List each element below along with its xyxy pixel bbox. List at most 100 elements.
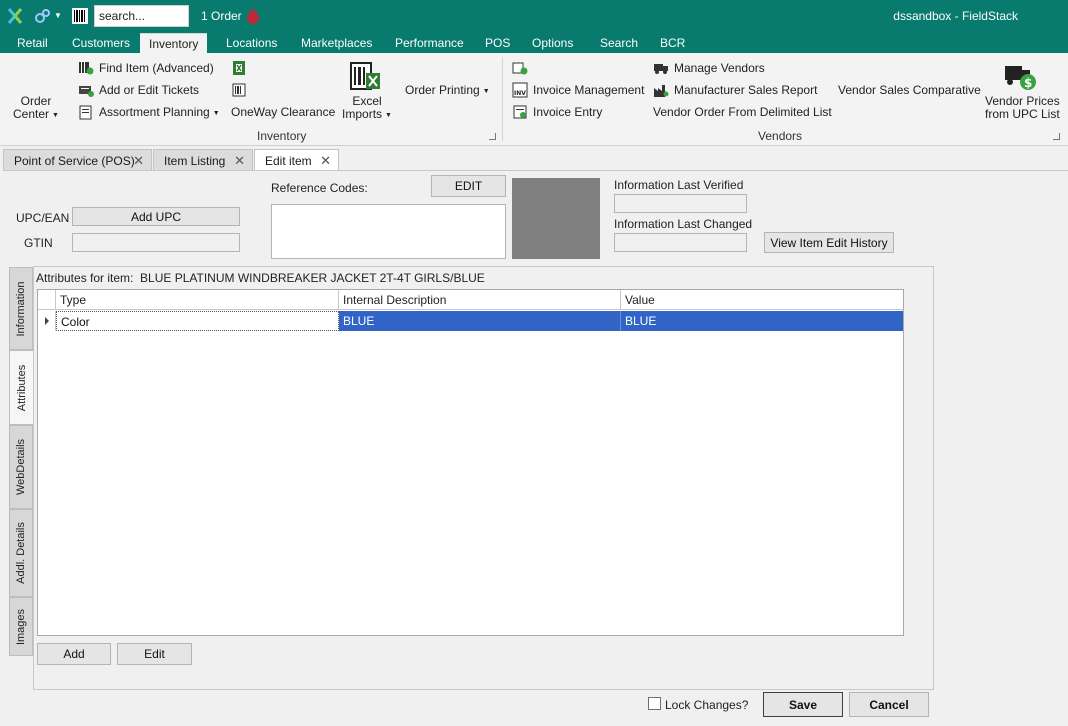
row-pointer-icon bbox=[45, 317, 49, 325]
cart-icon[interactable] bbox=[245, 8, 261, 25]
invoice-icon: INV bbox=[512, 82, 528, 98]
find-item-button[interactable]: Find Item (Advanced) bbox=[99, 61, 214, 75]
barcode-icon[interactable] bbox=[72, 8, 88, 24]
excel-imports-label-2: Imports bbox=[342, 107, 383, 121]
menu-performance[interactable]: Performance bbox=[395, 36, 464, 50]
side-tab-label: Information bbox=[15, 280, 27, 337]
reference-codes-edit-button[interactable]: EDIT bbox=[431, 175, 506, 197]
svg-text:$: $ bbox=[1024, 76, 1032, 90]
logo-icon[interactable] bbox=[6, 7, 24, 25]
truck-icon bbox=[654, 64, 668, 74]
inventory-launcher-icon[interactable] bbox=[489, 133, 496, 140]
add-upc-button[interactable]: Add UPC bbox=[72, 207, 240, 226]
vendor-sales-comparative-button[interactable]: Vendor Sales Comparative bbox=[838, 83, 981, 97]
manufacturer-sales-report-button[interactable]: Manufacturer Sales Report bbox=[674, 83, 817, 97]
row-selector[interactable] bbox=[38, 311, 56, 331]
side-tab-images[interactable]: Images bbox=[9, 597, 33, 656]
gtin-label: GTIN bbox=[24, 236, 53, 250]
close-icon[interactable]: ✕ bbox=[133, 153, 144, 169]
vendor-order-delimited-list-button[interactable]: Vendor Order From Delimited List bbox=[653, 105, 832, 119]
order-printing-button[interactable]: Order Printing ▼ bbox=[405, 83, 490, 97]
cell-type[interactable]: Color bbox=[56, 311, 339, 331]
edit-attribute-button[interactable]: Edit bbox=[117, 643, 192, 665]
side-tab-label: Addl. Details bbox=[15, 522, 27, 584]
ribbon: Order Center ▼ Find Item (Advanced) Add o… bbox=[0, 53, 1068, 146]
find-item-icon bbox=[79, 62, 94, 75]
search-input[interactable] bbox=[94, 5, 189, 27]
lock-changes-checkbox[interactable] bbox=[648, 697, 661, 710]
invoice-add-icon[interactable] bbox=[512, 60, 528, 76]
side-tab-information[interactable]: Information bbox=[9, 267, 33, 350]
side-tab-addl-details[interactable]: Addl. Details bbox=[9, 509, 33, 597]
close-icon[interactable]: ✕ bbox=[320, 153, 331, 169]
side-tab-attributes[interactable]: Attributes bbox=[9, 350, 33, 425]
add-edit-tickets-button[interactable]: Add or Edit Tickets bbox=[99, 83, 199, 97]
view-item-edit-history-button[interactable]: View Item Edit History bbox=[764, 232, 894, 253]
side-tab-webdetails[interactable]: WebDetails bbox=[9, 425, 33, 509]
oneway-clearance-button[interactable]: OneWay Clearance bbox=[231, 105, 335, 119]
side-tab-label: Attributes bbox=[15, 364, 28, 411]
reference-codes-list[interactable] bbox=[271, 204, 506, 259]
gtin-field[interactable] bbox=[72, 233, 240, 252]
cancel-button[interactable]: Cancel bbox=[849, 692, 929, 717]
column-header-value[interactable]: Value bbox=[621, 290, 903, 310]
order-count[interactable]: 1 Order bbox=[201, 9, 242, 23]
caret-down-icon: ▼ bbox=[482, 88, 490, 95]
spreadsheet-icon[interactable] bbox=[231, 60, 247, 76]
excel-imports-button[interactable]: Excel Imports ▼ bbox=[341, 95, 393, 122]
invoice-entry-button[interactable]: Invoice Entry bbox=[533, 105, 602, 119]
attributes-caption: Attributes for item: BLUE PLATINUM WINDB… bbox=[36, 271, 485, 285]
excel-import-icon bbox=[350, 62, 380, 90]
assortment-icon bbox=[79, 105, 92, 120]
vendor-prices-truck-icon: $ bbox=[1005, 66, 1036, 90]
order-center-button[interactable]: Order Center ▼ bbox=[13, 95, 59, 122]
tab-item-listing[interactable]: Item Listing ✕ bbox=[153, 149, 253, 170]
scan-icon[interactable] bbox=[231, 82, 247, 98]
info-last-verified-label: Information Last Verified bbox=[614, 178, 744, 192]
cell-value[interactable]: BLUE bbox=[621, 311, 903, 331]
order-printing-label: Order Printing bbox=[405, 83, 480, 97]
tab-point-of-service[interactable]: Point of Service (POS) ✕ bbox=[3, 149, 152, 170]
table-row[interactable]: Color BLUE BLUE bbox=[38, 311, 903, 331]
menu-retail[interactable]: Retail bbox=[17, 36, 48, 50]
tab-edit-item[interactable]: Edit item ✕ bbox=[254, 149, 339, 170]
attributes-grid[interactable]: Type Internal Description Value Color BL… bbox=[37, 289, 904, 636]
vendor-prices-upc-button[interactable]: Vendor Prices from UPC List bbox=[985, 95, 1060, 121]
item-image-placeholder[interactable] bbox=[512, 178, 600, 259]
menu-locations[interactable]: Locations bbox=[226, 36, 277, 50]
assortment-planning-button[interactable]: Assortment Planning ▼ bbox=[99, 105, 220, 119]
grid-header: Type Internal Description Value bbox=[38, 290, 903, 310]
app-title: dssandbox - FieldStack bbox=[893, 9, 1018, 23]
reference-codes-label: Reference Codes: bbox=[271, 181, 368, 195]
link-icon[interactable] bbox=[34, 8, 52, 24]
manage-vendors-button[interactable]: Manage Vendors bbox=[674, 61, 765, 75]
column-header-internal-description[interactable]: Internal Description bbox=[339, 290, 621, 310]
link-dropdown-icon[interactable]: ▼ bbox=[54, 11, 62, 20]
side-tab-label: WebDetails bbox=[15, 438, 27, 496]
add-attribute-button[interactable]: Add bbox=[37, 643, 111, 665]
menu-options[interactable]: Options bbox=[532, 36, 573, 50]
invoice-management-button[interactable]: Invoice Management bbox=[533, 83, 644, 97]
cell-internal-description[interactable]: BLUE bbox=[339, 311, 621, 331]
vendors-launcher-icon[interactable] bbox=[1053, 133, 1060, 140]
assortment-planning-label: Assortment Planning bbox=[99, 105, 210, 119]
menu-inventory[interactable]: Inventory bbox=[140, 33, 208, 53]
menu-customers[interactable]: Customers bbox=[72, 36, 130, 50]
tab-label: Point of Service (POS) bbox=[14, 154, 135, 168]
column-header-type[interactable]: Type bbox=[56, 290, 339, 310]
menu-pos[interactable]: POS bbox=[485, 36, 510, 50]
title-bar: ▼ 1 Order dssandbox - FieldStack bbox=[0, 0, 1068, 33]
factory-icon bbox=[654, 85, 669, 97]
lock-changes-label: Lock Changes? bbox=[665, 698, 749, 712]
menu-marketplaces[interactable]: Marketplaces bbox=[301, 36, 372, 50]
inventory-group-label: Inventory bbox=[257, 129, 307, 143]
attributes-panel: Attributes for item: BLUE PLATINUM WINDB… bbox=[33, 266, 934, 690]
menu-search[interactable]: Search bbox=[600, 36, 638, 50]
tab-label: Edit item bbox=[265, 154, 312, 168]
close-icon[interactable]: ✕ bbox=[234, 153, 245, 169]
info-last-changed-label: Information Last Changed bbox=[614, 217, 753, 231]
caret-down-icon: ▼ bbox=[212, 110, 220, 117]
info-last-verified-field bbox=[614, 194, 747, 213]
save-button[interactable]: Save bbox=[763, 692, 843, 717]
menu-bcr[interactable]: BCR bbox=[660, 36, 685, 50]
